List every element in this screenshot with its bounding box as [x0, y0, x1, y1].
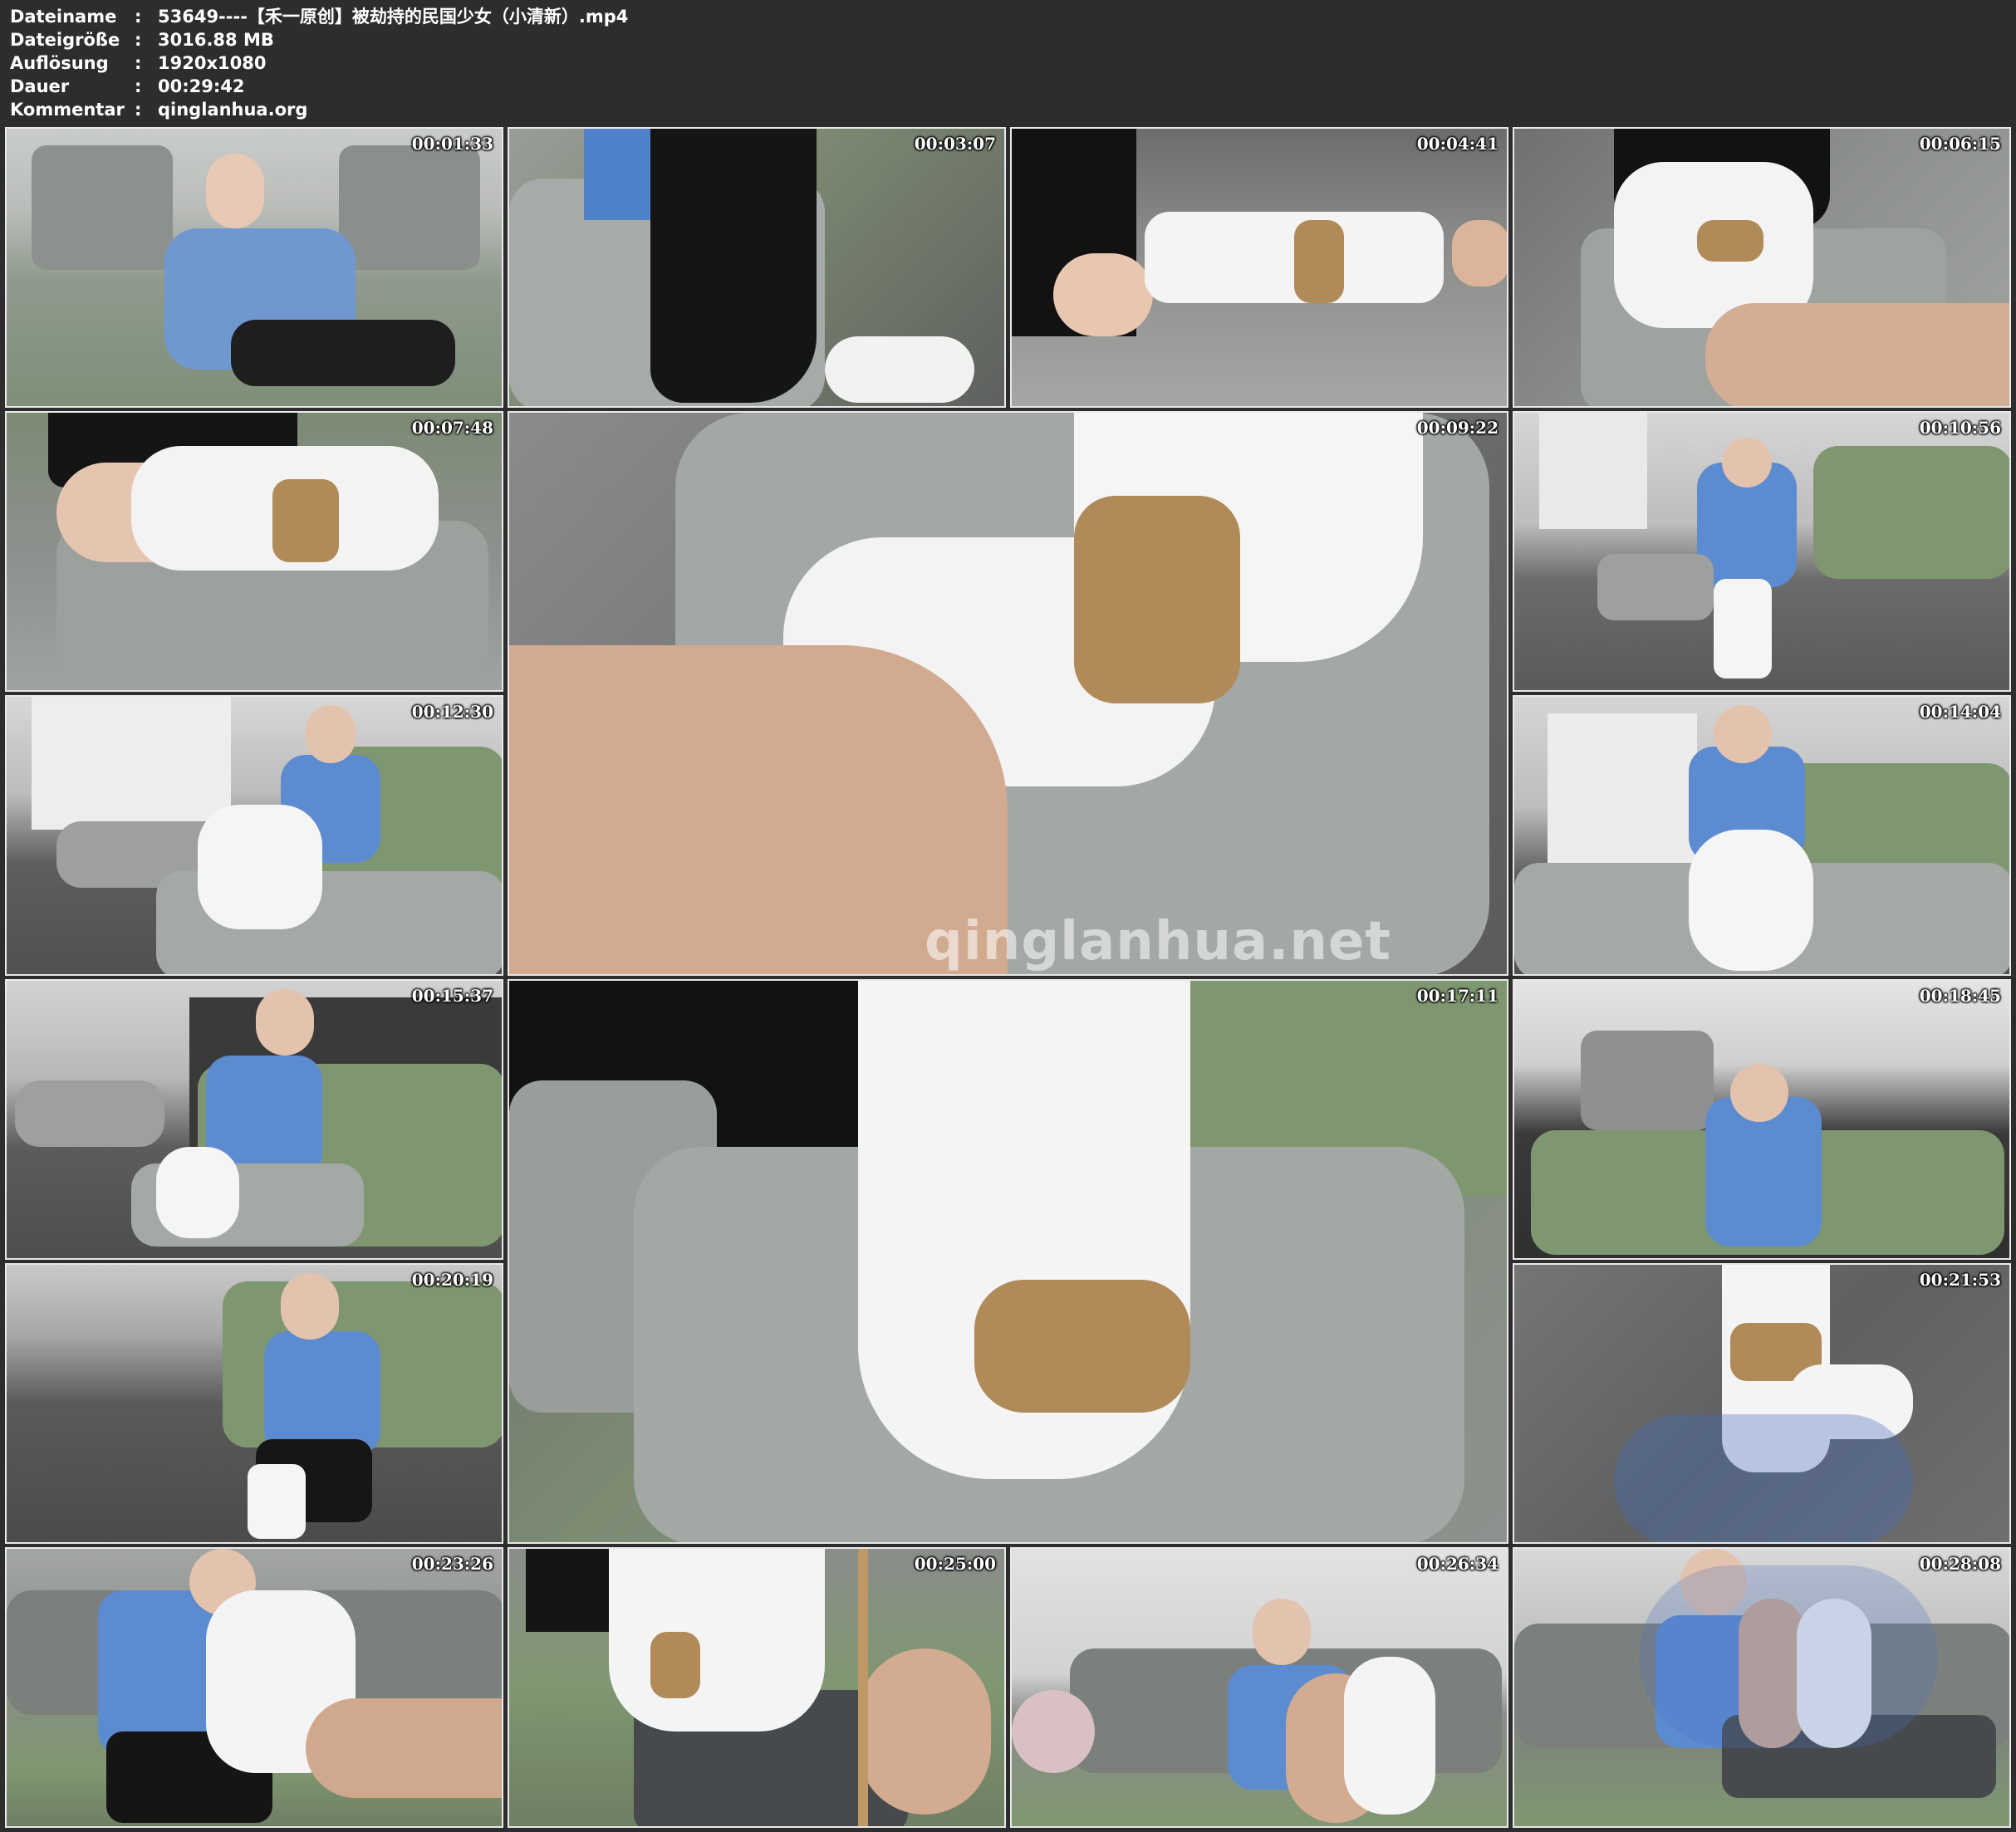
timestamp-label: 00:07:48 — [411, 418, 493, 438]
thumbnail-frame[interactable]: 00:12:30 — [5, 695, 503, 976]
thumbnail-frame[interactable]: 00:06:15 — [1513, 127, 2011, 408]
thumbnail-frame[interactable]: 00:21:53 — [1513, 1263, 2011, 1544]
timestamp-label: 00:26:34 — [1416, 1554, 1499, 1574]
video-frame-image — [509, 1549, 1004, 1826]
timestamp-label: 00:28:08 — [1919, 1554, 2001, 1574]
thumbnail-frame[interactable]: 00:26:34 — [1010, 1547, 1508, 1828]
thumbnail-frame[interactable]: 00:03:07 — [508, 127, 1006, 408]
separator: : — [135, 76, 142, 96]
video-frame-image — [1514, 981, 2009, 1258]
duration-label: Dauer — [10, 76, 70, 96]
timestamp-label: 00:01:33 — [411, 134, 493, 154]
separator: : — [135, 100, 142, 120]
timestamp-label: 00:18:45 — [1919, 986, 2001, 1006]
thumbnail-frame[interactable]: 00:23:26 — [5, 1547, 503, 1828]
thumbnail-frame[interactable]: 00:17:11 — [508, 979, 1508, 1544]
thumbnail-frame[interactable]: qinglanhua.net 00:09:22 — [508, 411, 1508, 976]
video-frame-image — [509, 413, 1507, 974]
thumbnail-frame[interactable]: 00:15:37 — [5, 979, 503, 1260]
video-frame-image — [1012, 1549, 1507, 1826]
timestamp-label: 00:15:37 — [411, 986, 493, 1006]
timestamp-label: 00:12:30 — [411, 702, 493, 722]
timestamp-label: 00:23:26 — [411, 1554, 493, 1574]
timestamp-label: 00:10:56 — [1919, 418, 2001, 438]
resolution-label: Auflösung — [10, 53, 109, 73]
thumbnail-frame[interactable]: 00:20:19 — [5, 1263, 503, 1544]
video-frame-image — [1514, 1549, 2009, 1826]
thumbnail-frame[interactable]: 00:04:41 — [1010, 127, 1508, 408]
video-frame-image — [509, 981, 1507, 1542]
file-info-header: Dateiname : 53649----【禾一原创】被劫持的民国少女（小清新）… — [10, 5, 628, 121]
timestamp-label: 00:17:11 — [1416, 986, 1499, 1006]
thumbnail-frame[interactable]: 00:07:48 — [5, 411, 503, 692]
video-frame-image — [1514, 413, 2009, 690]
separator: : — [135, 30, 142, 50]
video-frame-image — [7, 413, 502, 690]
thumbnail-frame[interactable]: 00:10:56 — [1513, 411, 2011, 692]
size-label: Dateigröße — [10, 30, 120, 50]
duration-row: Dauer : 00:29:42 — [10, 75, 628, 98]
duration-value: 00:29:42 — [158, 76, 245, 96]
thumbnail-frame[interactable]: 00:14:04 — [1513, 695, 2011, 976]
filename-row: Dateiname : 53649----【禾一原创】被劫持的民国少女（小清新）… — [10, 5, 628, 28]
video-frame-image — [509, 129, 1004, 406]
video-frame-image — [7, 129, 502, 406]
video-frame-image — [1012, 129, 1507, 406]
thumbnail-frame[interactable]: 00:18:45 — [1513, 979, 2011, 1260]
timestamp-label: 00:25:00 — [914, 1554, 996, 1574]
size-row: Dateigröße : 3016.88 MB — [10, 28, 628, 51]
video-frame-image — [7, 697, 502, 974]
timestamp-label: 00:04:41 — [1416, 134, 1499, 154]
thumbnail-frame[interactable]: 00:25:00 — [508, 1547, 1006, 1828]
timestamp-label: 00:21:53 — [1919, 1270, 2001, 1290]
timestamp-label: 00:14:04 — [1919, 702, 2001, 722]
thumbnail-frame[interactable]: 00:28:08 — [1513, 1547, 2011, 1828]
comment-value: qinglanhua.org — [158, 100, 308, 120]
timestamp-label: 00:03:07 — [914, 134, 996, 154]
comment-row: Kommentar : qinglanhua.org — [10, 98, 628, 121]
video-frame-image — [7, 1265, 502, 1542]
size-value: 3016.88 MB — [158, 30, 274, 50]
resolution-row: Auflösung : 1920x1080 — [10, 51, 628, 75]
video-frame-image — [1514, 697, 2009, 974]
comment-label: Kommentar — [10, 100, 125, 120]
timestamp-label: 00:09:22 — [1416, 418, 1499, 438]
video-frame-image — [7, 1549, 502, 1826]
thumbnail-frame[interactable]: 00:01:33 — [5, 127, 503, 408]
timestamp-label: 00:20:19 — [411, 1270, 493, 1290]
resolution-value: 1920x1080 — [158, 53, 267, 73]
video-frame-image — [1514, 1265, 2009, 1542]
separator: : — [135, 7, 142, 27]
filename-label: Dateiname — [10, 7, 117, 27]
filename-value: 53649----【禾一原创】被劫持的民国少女（小清新）.mp4 — [158, 7, 629, 27]
video-frame-image — [7, 981, 502, 1258]
watermark-text: qinglanhua.net — [925, 911, 1391, 972]
timestamp-label: 00:06:15 — [1919, 134, 2001, 154]
video-frame-image — [1514, 129, 2009, 406]
separator: : — [135, 53, 142, 73]
